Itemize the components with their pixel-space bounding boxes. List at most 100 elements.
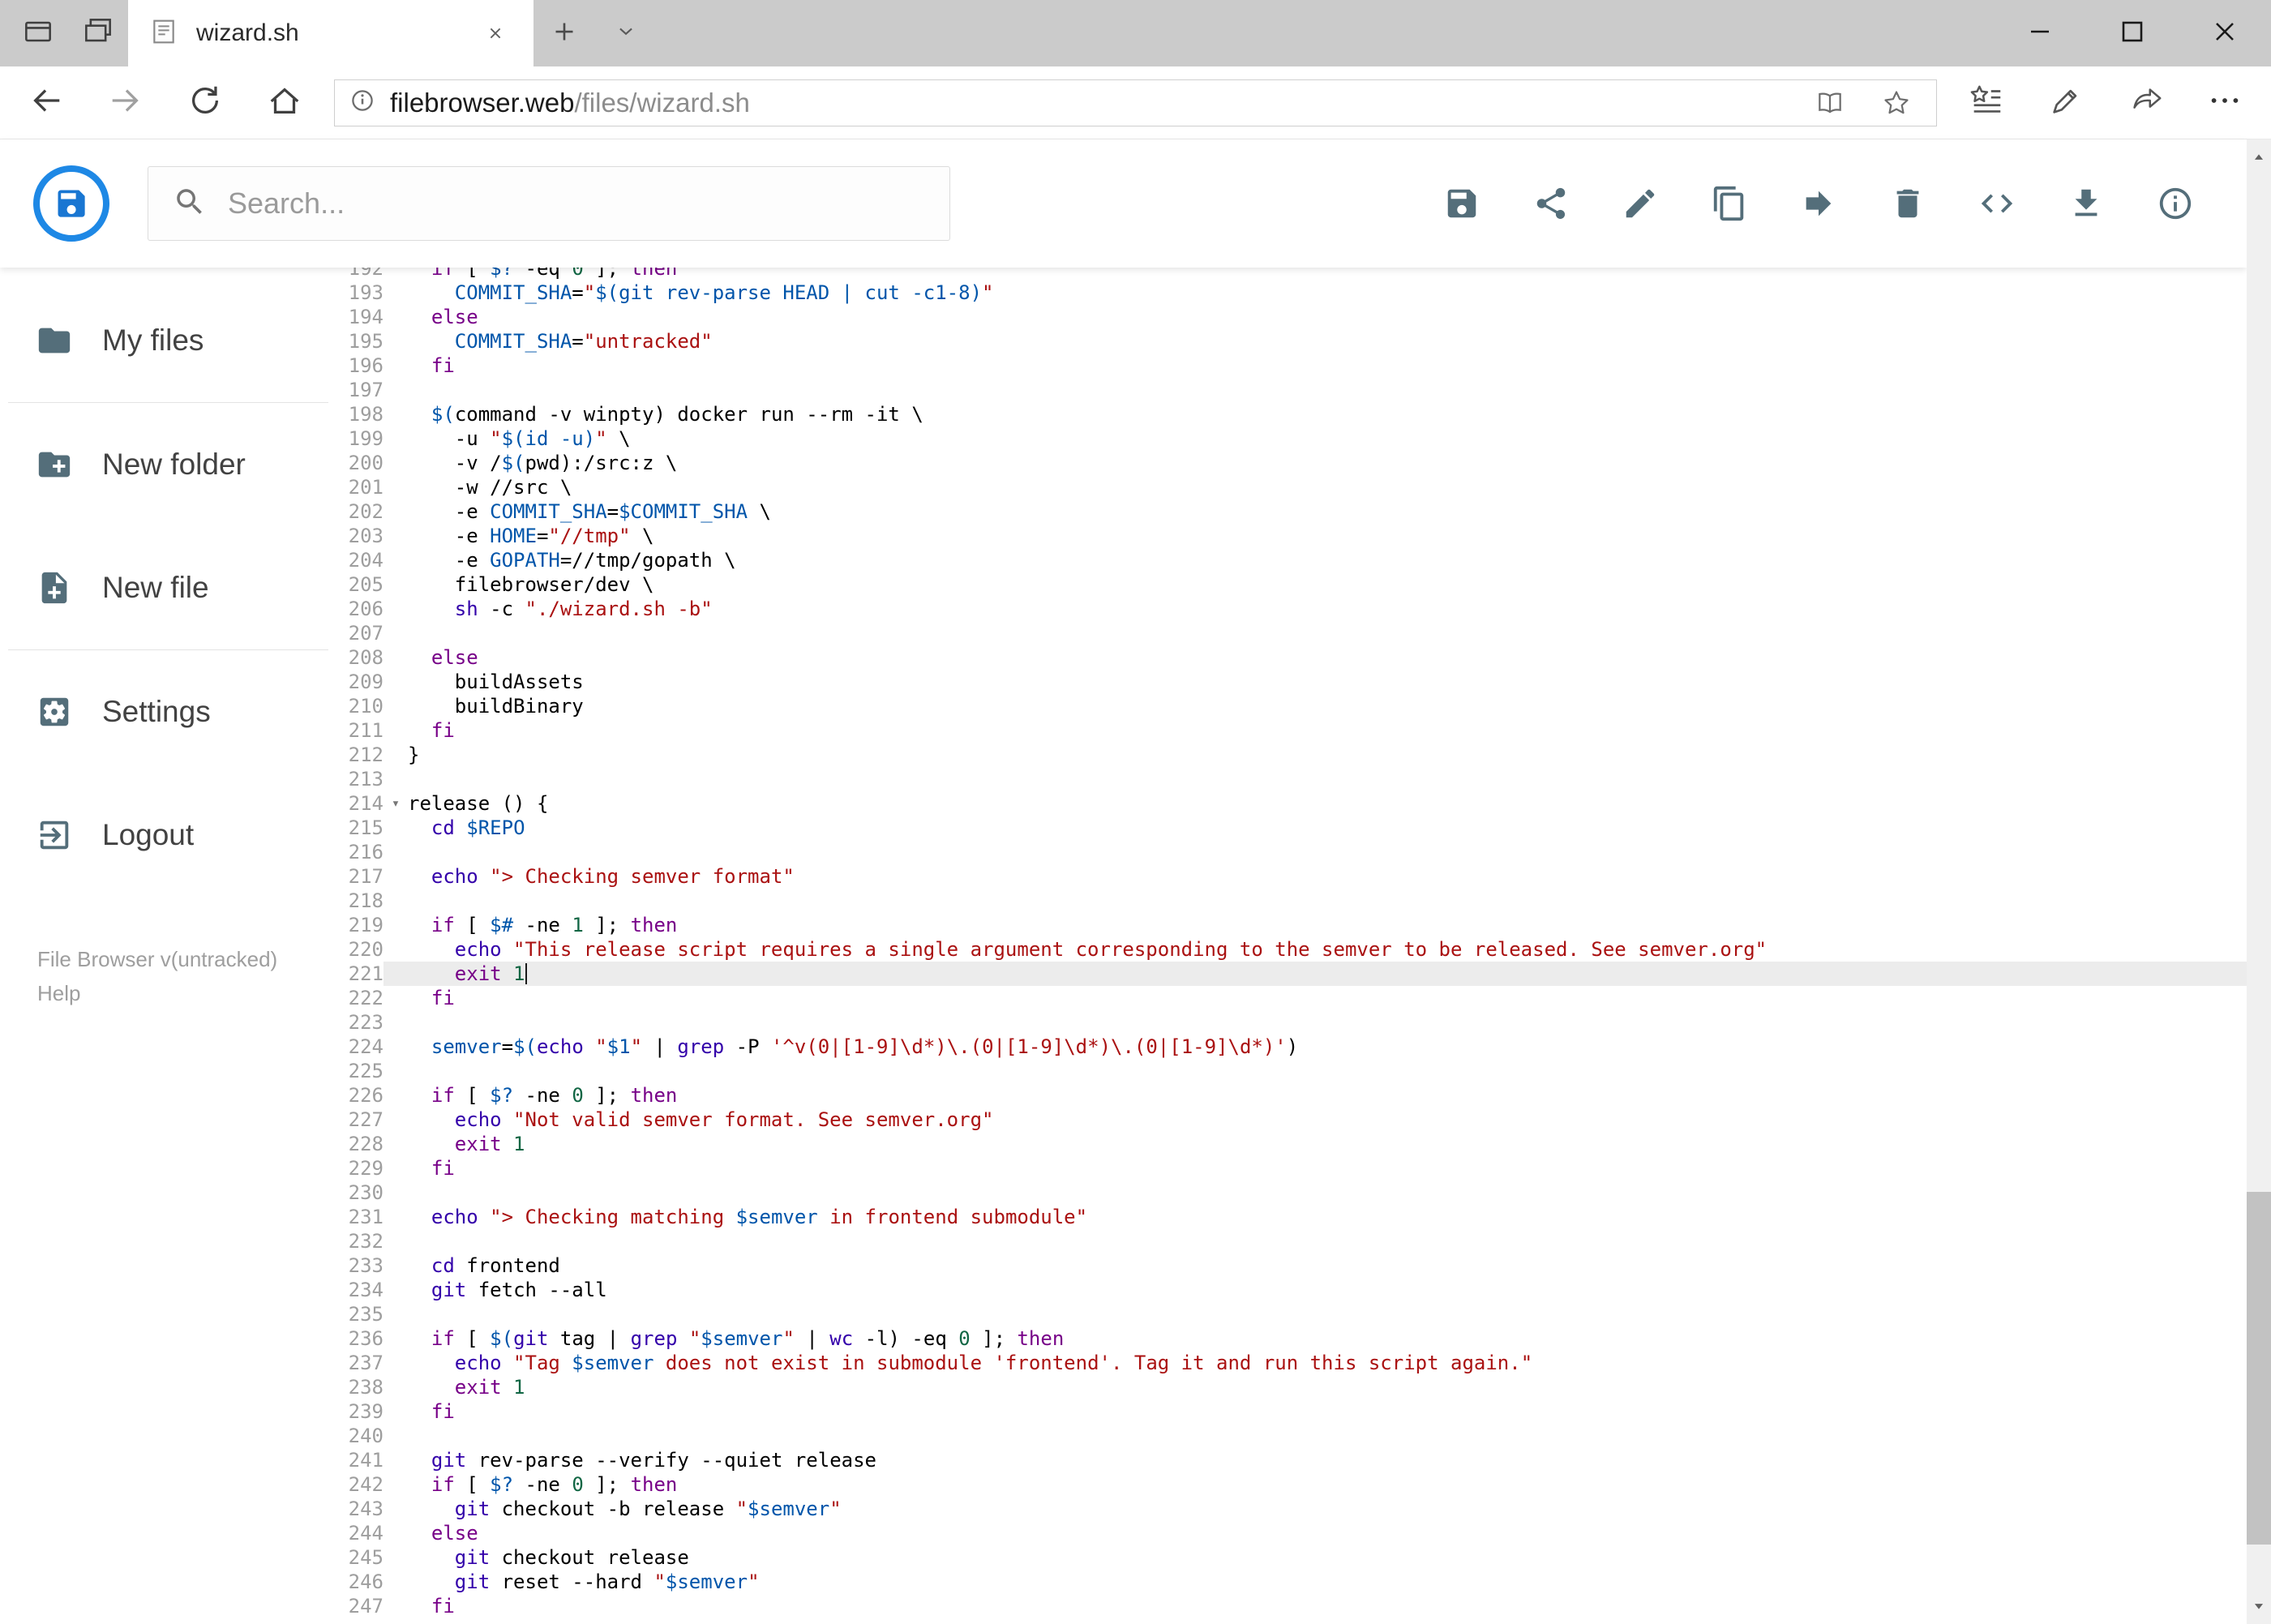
code-text[interactable]: -u "$(id -u)" \	[408, 426, 2247, 451]
code-text[interactable]: buildAssets	[408, 670, 2247, 694]
code-line-217[interactable]: 217 echo "> Checking semver format"	[336, 864, 2247, 889]
sidebar-item-settings[interactable]: Settings	[0, 650, 336, 773]
code-line-193[interactable]: 193 COMMIT_SHA="$(git rev-parse HEAD | c…	[336, 281, 2247, 305]
code-line-247[interactable]: 247 fi	[336, 1594, 2247, 1618]
code-line-226[interactable]: 226 if [ $? -ne 0 ]; then	[336, 1083, 2247, 1108]
tab-wizard-sh[interactable]: wizard.sh	[128, 0, 533, 66]
vertical-scrollbar[interactable]	[2247, 139, 2271, 1624]
code-line-197[interactable]: 197	[336, 378, 2247, 402]
code-line-236[interactable]: 236 if [ $(git tag | grep "$semver" | wc…	[336, 1326, 2247, 1351]
code-text[interactable]: -e HOME="//tmp" \	[408, 524, 2247, 548]
scrollbar-thumb[interactable]	[2247, 1192, 2271, 1545]
code-line-229[interactable]: 229 fi	[336, 1156, 2247, 1181]
code-line-206[interactable]: 206 sh -c "./wizard.sh -b"	[336, 597, 2247, 621]
code-line-199[interactable]: 199 -u "$(id -u)" \	[336, 426, 2247, 451]
code-text[interactable]	[408, 1302, 2247, 1326]
code-text[interactable]: fi	[408, 1594, 2247, 1618]
code-editor[interactable]: 192 if [ $? -eq 0 ]; then 193 COMMIT_SHA=…	[336, 268, 2247, 1624]
code-line-232[interactable]: 232	[336, 1229, 2247, 1253]
search-input[interactable]	[228, 186, 925, 221]
code-text[interactable]: sh -c "./wizard.sh -b"	[408, 597, 2247, 621]
code-line-230[interactable]: 230	[336, 1181, 2247, 1205]
code-text[interactable]	[408, 378, 2247, 402]
code-line-205[interactable]: 205 filebrowser/dev \	[336, 572, 2247, 597]
code-text[interactable]: -e GOPATH=//tmp/gopath \	[408, 548, 2247, 572]
site-info-icon[interactable]	[348, 86, 377, 119]
code-line-240[interactable]: 240	[336, 1424, 2247, 1448]
code-line-208[interactable]: 208 else	[336, 645, 2247, 670]
code-line-204[interactable]: 204 -e GOPATH=//tmp/gopath \	[336, 548, 2247, 572]
code-line-203[interactable]: 203 -e HOME="//tmp" \	[336, 524, 2247, 548]
code-line-235[interactable]: 235	[336, 1302, 2247, 1326]
code-text[interactable]: $(command -v winpty) docker run --rm -it…	[408, 402, 2247, 426]
close-window-button[interactable]	[2179, 0, 2271, 66]
code-text[interactable]	[408, 767, 2247, 791]
code-line-223[interactable]: 223	[336, 1010, 2247, 1035]
info-button[interactable]	[2156, 184, 2195, 223]
code-line-227[interactable]: 227 echo "Not valid semver format. See s…	[336, 1108, 2247, 1132]
code-line-196[interactable]: 196 fi	[336, 354, 2247, 378]
download-button[interactable]	[2067, 184, 2106, 223]
code-line-242[interactable]: 242 if [ $? -ne 0 ]; then	[336, 1472, 2247, 1497]
code-text[interactable]: git checkout release	[408, 1545, 2247, 1570]
code-text[interactable]	[408, 1059, 2247, 1083]
code-text[interactable]: fi	[408, 986, 2247, 1010]
tab-preview-button[interactable]	[8, 0, 68, 66]
new-tab-button[interactable]	[533, 0, 595, 66]
delete-button[interactable]	[1888, 184, 1927, 223]
code-line-231[interactable]: 231 echo "> Checking matching $semver in…	[336, 1205, 2247, 1229]
code-line-225[interactable]: 225	[336, 1059, 2247, 1083]
code-line-211[interactable]: 211 fi	[336, 718, 2247, 743]
code-text[interactable]: COMMIT_SHA="$(git rev-parse HEAD | cut -…	[408, 281, 2247, 305]
favorites-hub-button[interactable]	[1947, 66, 2026, 139]
code-line-237[interactable]: 237 echo "Tag $semver does not exist in …	[336, 1351, 2247, 1375]
code-text[interactable]: echo "Tag $semver does not exist in subm…	[408, 1351, 2247, 1375]
reading-view-button[interactable]	[1803, 80, 1857, 126]
move-button[interactable]	[1799, 184, 1838, 223]
code-text[interactable]	[408, 1010, 2247, 1035]
code-text[interactable]: if [ $? -ne 0 ]; then	[408, 1083, 2247, 1108]
code-line-198[interactable]: 198 $(command -v winpty) docker run --rm…	[336, 402, 2247, 426]
close-tab-icon[interactable]	[477, 15, 514, 52]
code-line-222[interactable]: 222 fi	[336, 986, 2247, 1010]
home-button[interactable]	[245, 66, 324, 139]
code-line-241[interactable]: 241 git rev-parse --verify --quiet relea…	[336, 1448, 2247, 1472]
code-line-195[interactable]: 195 COMMIT_SHA="untracked"	[336, 329, 2247, 354]
code-line-238[interactable]: 238 exit 1	[336, 1375, 2247, 1399]
code-text[interactable]: exit 1	[408, 1132, 2247, 1156]
code-text[interactable]: exit 1	[408, 962, 2247, 986]
code-line-213[interactable]: 213	[336, 767, 2247, 791]
app-logo[interactable]	[32, 165, 110, 242]
minimize-button[interactable]	[1994, 0, 2086, 66]
code-text[interactable]: if [ $? -ne 0 ]; then	[408, 1472, 2247, 1497]
code-text[interactable]: -v /$(pwd):/src:z \	[408, 451, 2247, 475]
code-text[interactable]: fi	[408, 718, 2247, 743]
code-text[interactable]: buildBinary	[408, 694, 2247, 718]
code-line-244[interactable]: 244 else	[336, 1521, 2247, 1545]
code-line-215[interactable]: 215 cd $REPO	[336, 816, 2247, 840]
code-text[interactable]	[408, 621, 2247, 645]
copy-button[interactable]	[1710, 184, 1749, 223]
code-line-221[interactable]: 221 exit 1	[336, 962, 2247, 986]
code-text[interactable]: fi	[408, 1156, 2247, 1181]
code-text[interactable]: cd $REPO	[408, 816, 2247, 840]
refresh-button[interactable]	[165, 66, 245, 139]
code-line-246[interactable]: 246 git reset --hard "$semver"	[336, 1570, 2247, 1594]
code-text[interactable]	[408, 840, 2247, 864]
forward-button[interactable]	[86, 66, 165, 139]
code-text[interactable]: if [ $(git tag | grep "$semver" | wc -l)…	[408, 1326, 2247, 1351]
web-note-button[interactable]	[2026, 66, 2106, 139]
code-text[interactable]	[408, 1229, 2247, 1253]
url-text[interactable]: filebrowser.web/files/wizard.sh	[390, 88, 1790, 118]
scroll-down-button[interactable]	[2247, 1587, 2271, 1624]
code-line-233[interactable]: 233 cd frontend	[336, 1253, 2247, 1278]
code-line-220[interactable]: 220 echo "This release script requires a…	[336, 937, 2247, 962]
code-text[interactable]: -e COMMIT_SHA=$COMMIT_SHA \	[408, 499, 2247, 524]
code-text[interactable]: if [ $# -ne 1 ]; then	[408, 913, 2247, 937]
code-text[interactable]: git reset --hard "$semver"	[408, 1570, 2247, 1594]
code-line-192[interactable]: 192 if [ $? -eq 0 ]; then	[336, 268, 2247, 281]
code-text[interactable]: fi	[408, 354, 2247, 378]
code-line-212[interactable]: 212}	[336, 743, 2247, 767]
code-line-202[interactable]: 202 -e COMMIT_SHA=$COMMIT_SHA \	[336, 499, 2247, 524]
code-text[interactable]: filebrowser/dev \	[408, 572, 2247, 597]
